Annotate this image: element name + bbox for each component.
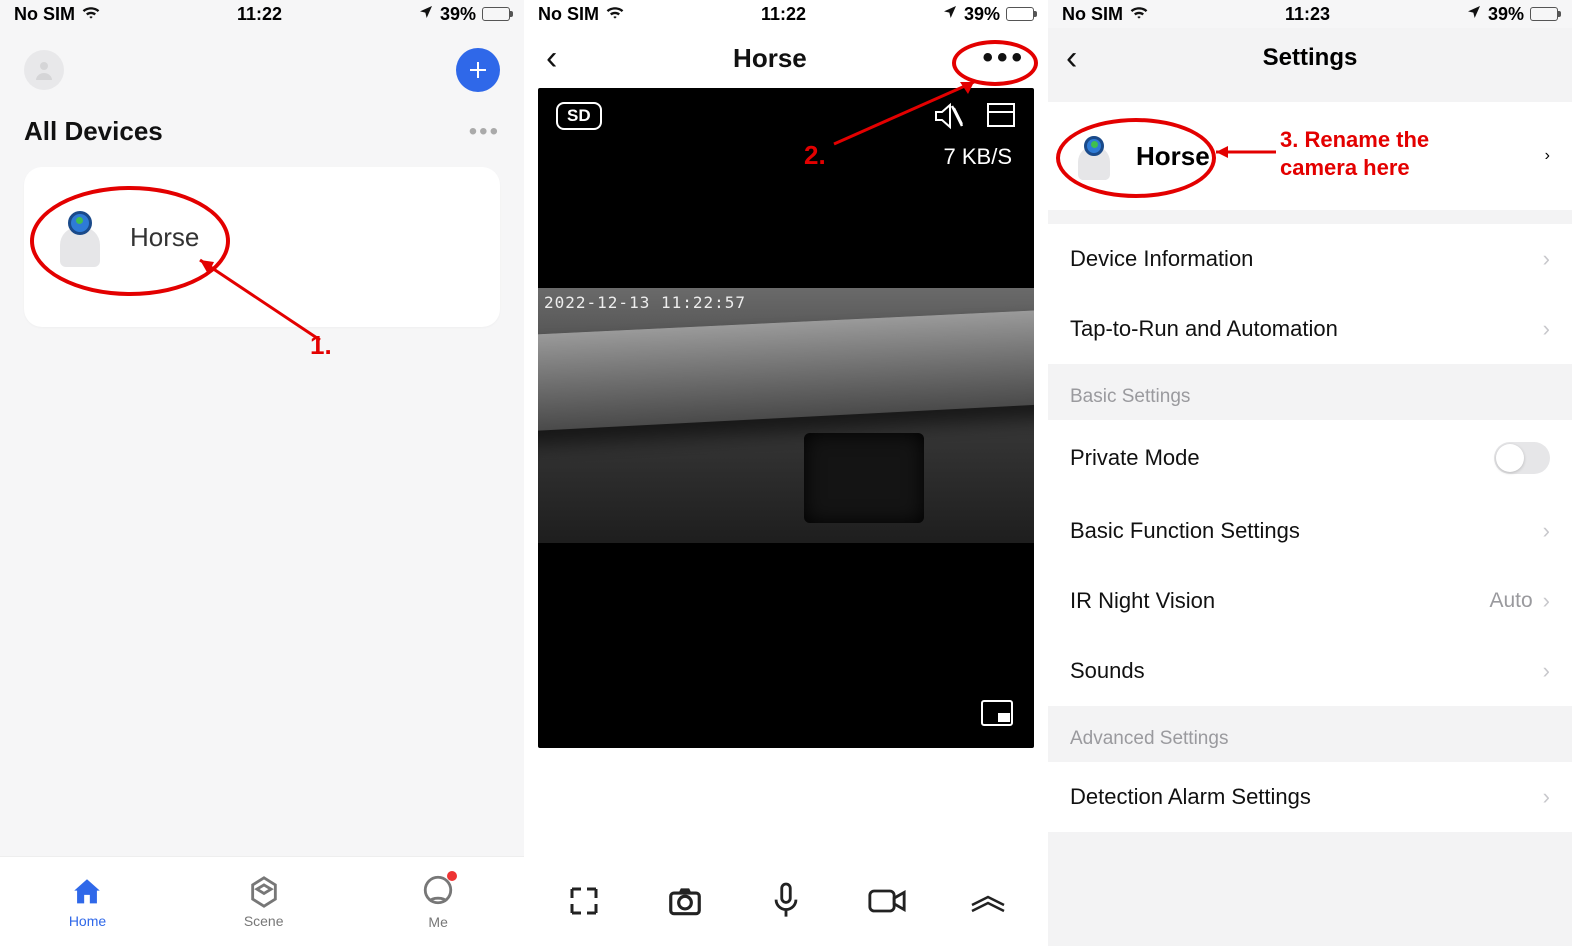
location-icon [942, 4, 958, 25]
clock: 11:22 [237, 4, 282, 25]
mute-icon[interactable] [932, 102, 964, 135]
rename-device-row[interactable]: Horse › [1048, 102, 1572, 210]
row-label: Device Information [1070, 246, 1253, 272]
status-bar: No SIM 11:23 39% [1048, 0, 1572, 28]
wifi-icon [1129, 4, 1149, 25]
tab-scene[interactable]: Scene [244, 875, 284, 929]
night-vision-row[interactable]: IR Night Vision Auto › [1048, 566, 1572, 636]
chevron-right-icon: › [1545, 147, 1550, 165]
device-card[interactable]: Horse [24, 167, 500, 327]
carrier-label: No SIM [14, 4, 75, 25]
video-timestamp: 2022-12-13 11:22:57 [544, 293, 746, 312]
row-label: Sounds [1070, 658, 1145, 684]
fullscreen-button[interactable] [561, 878, 607, 924]
detection-alarm-row[interactable]: Detection Alarm Settings › [1048, 762, 1572, 832]
pip-icon[interactable] [980, 699, 1014, 732]
chevron-right-icon: › [1543, 246, 1550, 272]
video-feed[interactable]: SD 7 KB/S 2022-12-13 11:22:57 [538, 88, 1034, 748]
record-button[interactable] [864, 878, 910, 924]
row-label: Basic Function Settings [1070, 518, 1300, 544]
row-label: Tap-to-Run and Automation [1070, 316, 1338, 342]
camera-icon [1070, 132, 1118, 180]
row-value: Auto [1489, 589, 1532, 613]
mic-button[interactable] [763, 878, 809, 924]
devices-heading: All Devices [24, 116, 163, 147]
notification-dot-icon [447, 871, 457, 881]
sounds-row[interactable]: Sounds › [1048, 636, 1572, 706]
device-info-row[interactable]: Device Information › [1048, 224, 1572, 294]
battery-pct: 39% [1488, 4, 1524, 25]
camera-feed-image [538, 288, 1034, 543]
section-advanced-label: Advanced Settings [1048, 706, 1572, 762]
tab-home[interactable]: Home [69, 875, 106, 929]
snapshot-button[interactable] [662, 878, 708, 924]
wifi-icon [605, 4, 625, 25]
more-button[interactable]: ••• [982, 41, 1026, 75]
row-label: IR Night Vision [1070, 588, 1215, 614]
more-icon[interactable]: ••• [469, 118, 500, 146]
battery-icon [482, 7, 510, 21]
battery-pct: 39% [964, 4, 1000, 25]
tab-me-label: Me [428, 914, 447, 930]
battery-icon [1006, 7, 1034, 21]
tab-home-label: Home [69, 913, 106, 929]
chevron-right-icon: › [1543, 588, 1550, 614]
chevron-right-icon: › [1543, 316, 1550, 342]
layout-icon[interactable] [986, 102, 1016, 133]
status-bar: No SIM 11:22 39% [524, 0, 1048, 28]
wifi-icon [81, 4, 101, 25]
location-icon [1466, 4, 1482, 25]
screen-home: No SIM 11:22 39% All Devices ••• Horse [0, 0, 524, 946]
settings-title: Settings [1263, 44, 1358, 72]
camera-title: Horse [733, 43, 807, 74]
carrier-label: No SIM [538, 4, 599, 25]
tab-me[interactable]: Me [421, 873, 455, 930]
back-button[interactable]: ‹ [546, 39, 557, 78]
add-device-button[interactable] [456, 48, 500, 92]
clock: 11:23 [1285, 4, 1330, 25]
automation-row[interactable]: Tap-to-Run and Automation › [1048, 294, 1572, 364]
section-basic-label: Basic Settings [1048, 364, 1572, 420]
quality-badge[interactable]: SD [556, 102, 602, 130]
camera-toolbar [524, 856, 1048, 946]
bitrate-label: 7 KB/S [944, 144, 1012, 170]
chevron-right-icon: › [1543, 784, 1550, 810]
chevron-right-icon: › [1543, 658, 1550, 684]
chevron-right-icon: › [1543, 518, 1550, 544]
private-mode-row[interactable]: Private Mode [1048, 420, 1572, 496]
back-button[interactable]: ‹ [1066, 39, 1077, 78]
private-mode-toggle[interactable] [1494, 442, 1550, 474]
clock: 11:22 [761, 4, 806, 25]
carrier-label: No SIM [1062, 4, 1123, 25]
device-name: Horse [130, 222, 199, 253]
row-label: Private Mode [1070, 445, 1200, 471]
battery-icon [1530, 7, 1558, 21]
status-bar: No SIM 11:22 39% [0, 0, 524, 28]
row-label: Detection Alarm Settings [1070, 784, 1311, 810]
device-name: Horse [1136, 141, 1210, 172]
location-icon [418, 4, 434, 25]
tab-bar: Home Scene Me [0, 856, 524, 946]
profile-avatar[interactable] [24, 50, 64, 90]
tab-scene-label: Scene [244, 913, 284, 929]
basic-function-row[interactable]: Basic Function Settings › [1048, 496, 1572, 566]
expand-button[interactable] [965, 878, 1011, 924]
battery-pct: 39% [440, 4, 476, 25]
annotation-label-1: 1. [310, 330, 332, 361]
screen-camera-view: No SIM 11:22 39% ‹ Horse ••• SD 7 KB/S 2… [524, 0, 1048, 946]
screen-settings: No SIM 11:23 39% ‹ Settings Horse › Devi… [1048, 0, 1572, 946]
camera-icon [50, 207, 110, 267]
